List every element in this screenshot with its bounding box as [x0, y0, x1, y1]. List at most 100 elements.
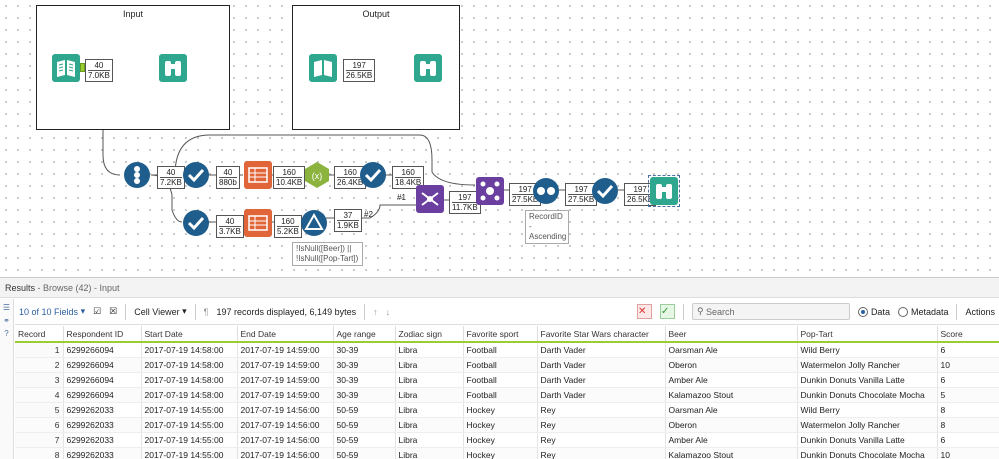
column-header[interactable]: Respondent ID [63, 326, 142, 343]
table-cell[interactable]: Rey [537, 402, 666, 418]
table-cell[interactable]: Amber Ale [665, 372, 798, 388]
input-data-tool[interactable] [52, 54, 80, 82]
table-cell[interactable]: Rey [537, 447, 666, 459]
join-tool[interactable] [416, 185, 444, 213]
table-cell[interactable]: 30-39 [333, 342, 396, 358]
table-cell[interactable]: Dunkin Donuts Vanilla Latte [797, 432, 938, 448]
table-cell[interactable]: 30-39 [333, 372, 396, 388]
table-cell[interactable]: Darth Vader [537, 387, 666, 403]
table-cell[interactable]: 2017-07-19 14:58:00 [141, 342, 238, 358]
column-header[interactable]: Record [15, 326, 64, 343]
table-cell[interactable]: 2017-07-19 14:55:00 [141, 417, 238, 433]
table-row[interactable]: 4 6299266094 2017-07-19 14:58:00 2017-07-19… [15, 387, 999, 403]
table-row[interactable]: 2 6299266094 2017-07-19 14:58:00 2017-07-19… [15, 357, 999, 373]
table-cell[interactable]: Rey [537, 432, 666, 448]
select-tool[interactable] [182, 161, 210, 189]
table-cell[interactable]: 6299266094 [63, 357, 142, 373]
data-radio[interactable]: Data [857, 306, 890, 317]
transpose-tool[interactable] [244, 161, 272, 189]
filter-tool[interactable] [300, 209, 328, 237]
table-cell[interactable]: 6 [937, 372, 999, 388]
select-tool[interactable] [182, 209, 210, 237]
select-tool[interactable] [359, 161, 387, 189]
table-cell[interactable]: 2017-07-19 14:55:00 [141, 447, 238, 459]
column-header[interactable]: Beer [665, 326, 798, 343]
table-cell[interactable]: Oberon [665, 357, 798, 373]
column-header[interactable]: Start Date [141, 326, 238, 343]
record-number-cell[interactable]: 3 [15, 372, 64, 388]
clear-search-button[interactable]: ✕ [636, 304, 652, 319]
table-cell[interactable]: 50-59 [333, 447, 396, 459]
table-cell[interactable]: 10 [937, 357, 999, 373]
table-row[interactable]: 8 6299262033 2017-07-19 14:55:00 2017-07-19… [15, 447, 999, 459]
table-cell[interactable]: 50-59 [333, 402, 396, 418]
binoculars-icon[interactable]: ⚭ [0, 316, 13, 325]
record-id-tool[interactable] [123, 161, 151, 189]
table-cell[interactable]: Oarsman Ale [665, 342, 798, 358]
table-cell[interactable]: Oarsman Ale [665, 402, 798, 418]
browse-tool[interactable] [159, 54, 187, 82]
sort-tool[interactable] [532, 177, 560, 205]
table-cell[interactable]: Amber Ale [665, 432, 798, 448]
browse-tool-selected[interactable] [648, 175, 680, 207]
table-cell[interactable]: 2017-07-19 14:56:00 [237, 402, 334, 418]
table-cell[interactable]: 2017-07-19 14:58:00 [141, 357, 238, 373]
table-cell[interactable]: Rey [537, 417, 666, 433]
input-data-tool[interactable] [309, 54, 337, 82]
table-cell[interactable]: Hockey [463, 432, 538, 448]
apply-search-button[interactable]: ✓ [659, 304, 675, 319]
table-cell[interactable]: Football [463, 372, 538, 388]
fields-selector[interactable]: 10 of 10 Fields ▾ [19, 306, 85, 317]
table-cell[interactable]: 6299266094 [63, 342, 142, 358]
table-cell[interactable]: 6299262033 [63, 417, 142, 433]
arrow-up-icon[interactable]: ↑ [373, 307, 378, 317]
table-cell[interactable]: Darth Vader [537, 342, 666, 358]
table-row[interactable]: 3 6299266094 2017-07-19 14:58:00 2017-07-19… [15, 372, 999, 388]
table-cell[interactable]: 2017-07-19 14:58:00 [141, 387, 238, 403]
table-cell[interactable]: Wild Berry [797, 342, 938, 358]
table-cell[interactable]: 50-59 [333, 432, 396, 448]
help-icon[interactable]: ? [0, 329, 13, 338]
transpose-tool[interactable] [244, 209, 272, 237]
table-cell[interactable]: 6299262033 [63, 402, 142, 418]
column-header[interactable]: Zodiac sign [395, 326, 464, 343]
table-cell[interactable]: 5 [937, 387, 999, 403]
table-cell[interactable]: Kalamazoo Stout [665, 447, 798, 459]
table-cell[interactable]: Libra [395, 402, 464, 418]
table-cell[interactable]: 6 [937, 342, 999, 358]
table-cell[interactable]: 10 [937, 447, 999, 459]
workflow-canvas[interactable]: Input Output 40 7.0KB 197 26.5KB 40 7.2K… [0, 0, 999, 277]
table-cell[interactable]: 8 [937, 402, 999, 418]
table-cell[interactable]: 2017-07-19 14:56:00 [237, 417, 334, 433]
table-cell[interactable]: Football [463, 342, 538, 358]
table-cell[interactable]: Wild Berry [797, 402, 938, 418]
table-cell[interactable]: Oberon [665, 417, 798, 433]
search-input[interactable]: ⚲ Search [691, 303, 850, 320]
table-cell[interactable]: Dunkin Donuts Vanilla Latte [797, 372, 938, 388]
table-cell[interactable]: Darth Vader [537, 357, 666, 373]
table-cell[interactable]: Watermelon Jolly Rancher [797, 417, 938, 433]
formula-tool[interactable]: (x) [303, 161, 331, 189]
column-header[interactable]: End Date [237, 326, 334, 343]
table-cell[interactable]: Hockey [463, 417, 538, 433]
record-number-cell[interactable]: 8 [15, 447, 64, 459]
table-cell[interactable]: Libra [395, 387, 464, 403]
record-number-cell[interactable]: 6 [15, 417, 64, 433]
table-cell[interactable]: Libra [395, 342, 464, 358]
table-cell[interactable]: Libra [395, 417, 464, 433]
table-cell[interactable]: 8 [937, 417, 999, 433]
table-cell[interactable]: Kalamazoo Stout [665, 387, 798, 403]
table-row[interactable]: 6 6299262033 2017-07-19 14:55:00 2017-07-19… [15, 417, 999, 433]
table-cell[interactable]: 2017-07-19 14:59:00 [237, 342, 334, 358]
table-cell[interactable]: Hockey [463, 447, 538, 459]
table-row[interactable]: 1 6299266094 2017-07-19 14:58:00 2017-07-19… [15, 342, 999, 358]
table-cell[interactable]: Football [463, 387, 538, 403]
record-number-cell[interactable]: 5 [15, 402, 64, 418]
table-cell[interactable]: Libra [395, 357, 464, 373]
table-cell[interactable]: 2017-07-19 14:55:00 [141, 432, 238, 448]
table-cell[interactable]: 6299262033 [63, 447, 142, 459]
table-cell[interactable]: 2017-07-19 14:58:00 [141, 372, 238, 388]
table-row[interactable]: 5 6299262033 2017-07-19 14:55:00 2017-07-19… [15, 402, 999, 418]
table-cell[interactable]: 30-39 [333, 357, 396, 373]
column-header[interactable]: Pop-Tart [797, 326, 938, 343]
